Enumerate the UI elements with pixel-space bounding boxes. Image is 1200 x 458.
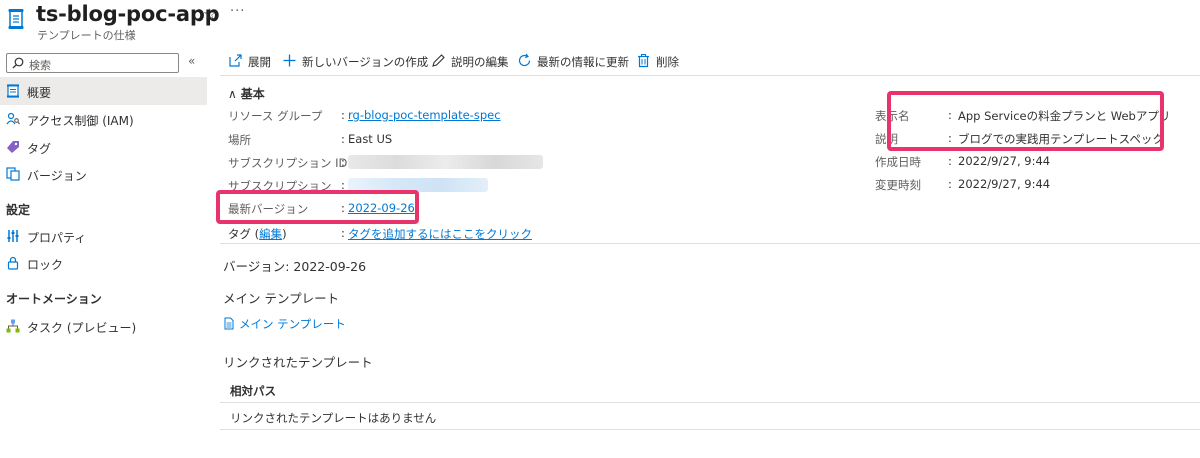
search-input[interactable]: 検索 [6,53,179,73]
colon: : [948,177,952,191]
file-icon [224,317,234,330]
sidebar-item-overview[interactable]: 概要 [0,77,207,105]
search-icon [11,56,25,70]
colon: : [341,178,345,192]
location-value: East US [348,132,393,146]
colon: : [341,155,345,169]
tag-icon [6,140,20,154]
tags-edit-link[interactable]: 編集 [259,227,282,241]
tags-label-suffix: ) [282,227,287,241]
more-options-icon[interactable]: ··· [230,4,245,19]
deploy-label: 展開 [248,55,271,69]
tags-label: タグ (編集) [228,226,287,242]
subscription-redacted[interactable] [348,178,488,192]
subscription-id-label: サブスクリプション ID [228,156,348,170]
lock-icon [6,256,20,270]
main-content: 展開 新しいバージョンの作成 説明の編集 最新の情報に更新 削除 ∧ 基本 リソー… [216,44,1200,458]
column-header-relative-path[interactable]: 相対パス [230,383,276,399]
created-label: 作成日時 [875,155,921,169]
latest-version-label: 最新バージョン [228,202,309,216]
sidebar-item-tags[interactable]: タグ [0,133,207,161]
section-automation: オートメーション [6,292,102,306]
version-title: バージョン: 2022-09-26 [223,259,367,274]
description-label: 説明 [875,132,898,146]
colon: : [341,132,345,146]
colon: : [341,108,345,122]
sidebar-item-label: バージョン [27,169,87,183]
subscription-id-redacted [348,155,543,169]
sidebar-item-tasks[interactable]: タスク (プレビュー) [0,312,207,340]
tags-label-prefix: タグ ( [228,227,260,241]
refresh-label: 最新の情報に更新 [537,55,629,69]
sidebar-item-label: タスク (プレビュー) [27,321,137,335]
display-name-label: 表示名 [875,109,910,123]
created-value: 2022/9/27, 9:44 [958,154,1051,168]
latest-version-link[interactable]: 2022-09-26 [348,201,415,215]
sidebar-item-locks[interactable]: ロック [0,249,207,277]
main-template-link-label: メイン テンプレート [239,317,346,331]
sidebar-item-label: 概要 [27,86,52,100]
location-label: 場所 [228,133,251,147]
sidebar-item-label: ロック [27,258,64,272]
sidebar-item-label: タグ [27,142,52,156]
iam-icon [6,112,20,126]
pencil-icon [432,54,445,67]
sidebar-item-versions[interactable]: バージョン [0,160,207,188]
main-template-heading: メイン テンプレート [223,291,340,306]
refresh-icon [518,53,531,67]
add-tags-link[interactable]: タグを追加するにはここをクリック [348,226,532,242]
chevron-up-icon: ∧ [228,87,237,101]
colon: : [948,108,952,122]
essentials-heading: 基本 [240,87,265,101]
colon: : [948,154,952,168]
properties-icon [6,229,20,243]
delete-label: 削除 [656,55,679,69]
plus-icon [283,54,296,67]
colon: : [341,226,345,240]
modified-label: 変更時刻 [875,178,921,192]
favorite-star-icon[interactable]: ☆ [203,5,216,23]
resource-group-label: リソース グループ [228,109,323,123]
deploy-icon [229,54,242,67]
template-spec-icon [8,8,24,30]
tasks-icon [6,319,20,333]
essentials-divider [220,243,1200,244]
subscription-label: サブスクリプション [228,179,332,193]
search-placeholder: 検索 [29,59,51,72]
essentials-toggle[interactable]: ∧ 基本 [228,85,265,102]
resource-group-link[interactable]: rg-blog-poc-template-spec [348,108,501,122]
description-value: ブログでの実践用テンプレートスペック [958,132,1164,146]
page-subtitle: テンプレートの仕様 [37,29,136,42]
sidebar-item-label: プロパティ [27,231,87,245]
sidebar-item-properties[interactable]: プロパティ [0,222,207,250]
command-bar: 展開 新しいバージョンの作成 説明の編集 最新の情報に更新 削除 [220,44,1200,76]
linked-templates-empty-row: リンクされたテンプレートはありません [220,404,1200,430]
colon: : [948,131,952,145]
page-header: ts-blog-poc-app テンプレートの仕様 ☆ ··· [0,0,1200,44]
create-new-version-label: 新しいバージョンの作成 [302,55,429,69]
empty-message: リンクされたテンプレートはありません [230,411,437,425]
sidebar-item-label: アクセス制御 (IAM) [27,114,134,128]
versions-icon [6,167,20,181]
sidebar: 検索 « 概要 アクセス制御 (IAM) タグ バージョン 設定 プロパティ ロ… [0,50,207,458]
overview-icon [6,84,20,98]
colon: : [341,201,345,215]
collapse-sidebar-icon[interactable]: « [188,54,195,68]
edit-description-label: 説明の編集 [451,55,509,69]
display-name-value: App Serviceの料金プランと Webアプリ [958,109,1171,123]
linked-templates-heading: リンクされたテンプレート [223,355,373,370]
page-title: ts-blog-poc-app [36,2,220,26]
linked-templates-table-header: 相対パス [220,377,1200,403]
trash-icon [638,53,649,68]
modified-value: 2022/9/27, 9:44 [958,177,1051,191]
sidebar-item-iam[interactable]: アクセス制御 (IAM) [0,105,207,133]
section-settings: 設定 [6,203,31,217]
